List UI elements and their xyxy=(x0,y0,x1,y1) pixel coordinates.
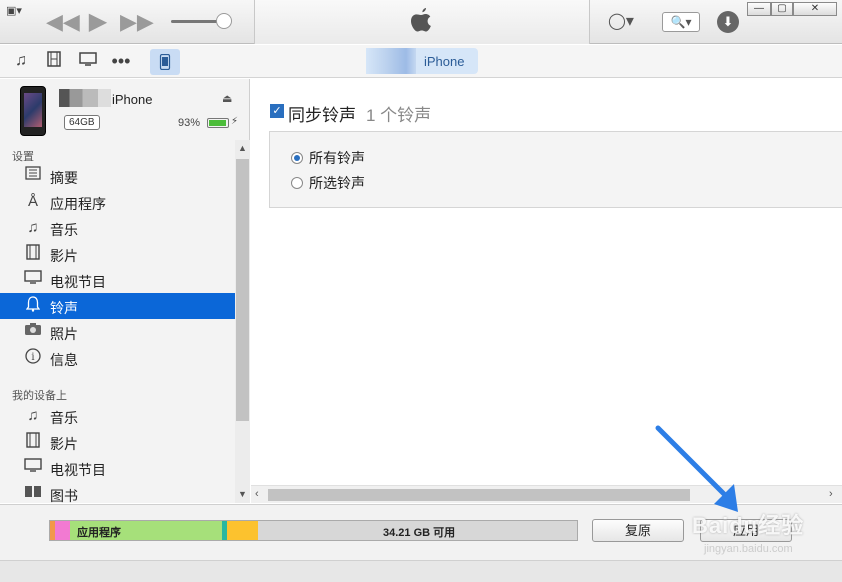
storage-capacity-bar xyxy=(49,520,578,541)
horizontal-scrollbar[interactable]: ‹ › xyxy=(251,485,842,503)
minimize-button[interactable]: — xyxy=(747,2,771,16)
storage-segment-photos xyxy=(55,521,70,540)
annotation-arrow-icon xyxy=(655,425,738,512)
sidebar-item-label: 音乐 xyxy=(50,222,78,238)
sidebar-item-device-books[interactable]: 图书 xyxy=(0,481,235,503)
sidebar-item-ringtones[interactable]: 铃声 xyxy=(0,293,235,319)
scroll-right-icon[interactable]: › xyxy=(829,488,833,500)
device-name-redaction xyxy=(366,48,416,74)
sidebar-item-device-tv[interactable]: 电视节目 xyxy=(0,455,235,481)
sync-label[interactable]: 同步铃声 xyxy=(288,101,356,126)
sidebar-scrollbar[interactable]: ▲ ▼ xyxy=(235,140,250,503)
radio-selected-ringtones-label[interactable]: 所选铃声 xyxy=(309,173,365,193)
restore-button[interactable]: ▢ xyxy=(771,2,793,16)
sidebar: iPhone ⏏ 64GB 93% ⚡ 设置 摘要 Å 应用程序 ♫ 音乐 影片… xyxy=(0,79,250,503)
sidebar-item-label: 电视节目 xyxy=(50,462,106,478)
sync-checkbox[interactable]: ✓ xyxy=(270,104,284,118)
download-icon[interactable]: ⬇ xyxy=(717,11,739,33)
device-tab-label: iPhone xyxy=(424,54,465,69)
sidebar-item-info[interactable]: i 信息 xyxy=(0,345,235,371)
sidebar-scroll-thumb[interactable] xyxy=(236,159,249,421)
device-name-redaction xyxy=(59,89,111,107)
summary-icon xyxy=(22,166,44,186)
sidebar-item-music[interactable]: ♫ 音乐 xyxy=(0,215,235,241)
charging-icon: ⚡ xyxy=(231,116,239,127)
radio-all-ringtones-label[interactable]: 所有铃声 xyxy=(309,148,365,168)
sidebar-item-label: 图书 xyxy=(50,488,78,503)
sidebar-item-device-movies[interactable]: 影片 xyxy=(0,429,235,455)
battery-icon xyxy=(207,118,229,128)
tv-icon[interactable] xyxy=(77,51,99,71)
sidebar-item-label: 影片 xyxy=(50,436,78,452)
window-menu-icon[interactable]: ▣▾ xyxy=(6,4,32,18)
tv-icon xyxy=(22,458,44,478)
volume-knob[interactable] xyxy=(216,13,232,29)
sidebar-item-summary[interactable]: 摘要 xyxy=(0,163,235,189)
film-icon xyxy=(22,244,44,264)
ringtone-count: 1 个铃声 xyxy=(366,106,432,125)
horizontal-scroll-thumb[interactable] xyxy=(268,489,690,501)
scroll-up-icon[interactable]: ▲ xyxy=(235,143,250,153)
device-button[interactable] xyxy=(150,49,180,75)
watermark-logo: Baidu经验 xyxy=(692,513,805,538)
sidebar-item-tv[interactable]: 电视节目 xyxy=(0,267,235,293)
svg-text:i: i xyxy=(31,352,34,363)
battery-fill xyxy=(209,120,226,126)
battery-percent: 93% xyxy=(178,117,201,129)
capacity-badge: 64GB xyxy=(64,115,100,130)
sidebar-item-label: 应用程序 xyxy=(50,196,106,212)
rewind-button[interactable]: ◀◀ xyxy=(46,8,80,36)
close-button[interactable]: ✕ xyxy=(793,2,837,16)
scroll-left-icon[interactable]: ‹ xyxy=(255,488,259,500)
sidebar-item-device-music[interactable]: ♫ 音乐 xyxy=(0,403,235,429)
phone-image xyxy=(20,86,46,136)
revert-button[interactable]: 复原 xyxy=(592,519,684,542)
bell-icon xyxy=(22,296,44,316)
play-button[interactable]: ▶ xyxy=(83,8,113,36)
sidebar-item-label: 音乐 xyxy=(50,410,78,426)
sidebar-item-apps[interactable]: Å 应用程序 xyxy=(0,189,235,215)
top-toolbar: ▣▾ ◀◀ ▶ ▶▶ ◯▾ 🔍▾ ⬇ — ▢ ✕ xyxy=(0,0,842,44)
status-strip xyxy=(0,560,842,582)
film-icon xyxy=(22,432,44,452)
music-icon: ♫ xyxy=(27,407,39,424)
sidebar-item-label: 摘要 xyxy=(50,170,78,186)
storage-free-label: 34.21 GB 可用 xyxy=(383,527,456,539)
settings-section-head: 设置 xyxy=(12,151,34,163)
film-icon[interactable] xyxy=(43,51,65,71)
book-icon xyxy=(22,484,44,503)
apps-icon: Å xyxy=(27,193,38,210)
sync-options-box: 所有铃声 所选铃声 xyxy=(269,131,842,208)
eject-icon[interactable]: ⏏ xyxy=(222,92,232,105)
sidebar-item-label: 照片 xyxy=(50,326,78,342)
info-icon: i xyxy=(22,348,44,368)
tv-icon xyxy=(22,270,44,290)
storage-apps-label: 应用程序 xyxy=(77,527,121,539)
forward-button[interactable]: ▶▶ xyxy=(120,8,154,36)
more-icon[interactable]: ••• xyxy=(110,51,132,71)
sidebar-item-label: 电视节目 xyxy=(50,274,106,290)
search-button[interactable]: 🔍▾ xyxy=(662,12,700,32)
sidebar-item-label: 铃声 xyxy=(50,300,78,316)
sidebar-item-label: 信息 xyxy=(50,352,78,368)
radio-all-ringtones[interactable] xyxy=(291,152,303,164)
account-icon[interactable]: ◯▾ xyxy=(608,11,642,33)
music-icon: ♫ xyxy=(27,219,39,236)
scroll-down-icon[interactable]: ▼ xyxy=(235,489,250,499)
sidebar-item-movies[interactable]: 影片 xyxy=(0,241,235,267)
sidebar-item-photos[interactable]: 照片 xyxy=(0,319,235,345)
apple-logo-icon xyxy=(411,8,431,32)
storage-segment-other xyxy=(227,521,258,540)
camera-icon xyxy=(22,322,44,342)
library-navbar: ♫ ••• iPhone xyxy=(0,45,842,78)
sidebar-item-label: 影片 xyxy=(50,248,78,264)
main-panel: ✓ 同步铃声 1 个铃声 所有铃声 所选铃声 ‹ › xyxy=(251,79,842,503)
watermark-url: jingyan.baidu.com xyxy=(704,543,793,555)
device-name: iPhone xyxy=(112,92,153,107)
radio-selected-ringtones[interactable] xyxy=(291,177,303,189)
mydevice-section-head: 我的设备上 xyxy=(12,390,67,402)
music-icon[interactable]: ♫ xyxy=(10,51,32,71)
phone-screen xyxy=(24,93,42,127)
